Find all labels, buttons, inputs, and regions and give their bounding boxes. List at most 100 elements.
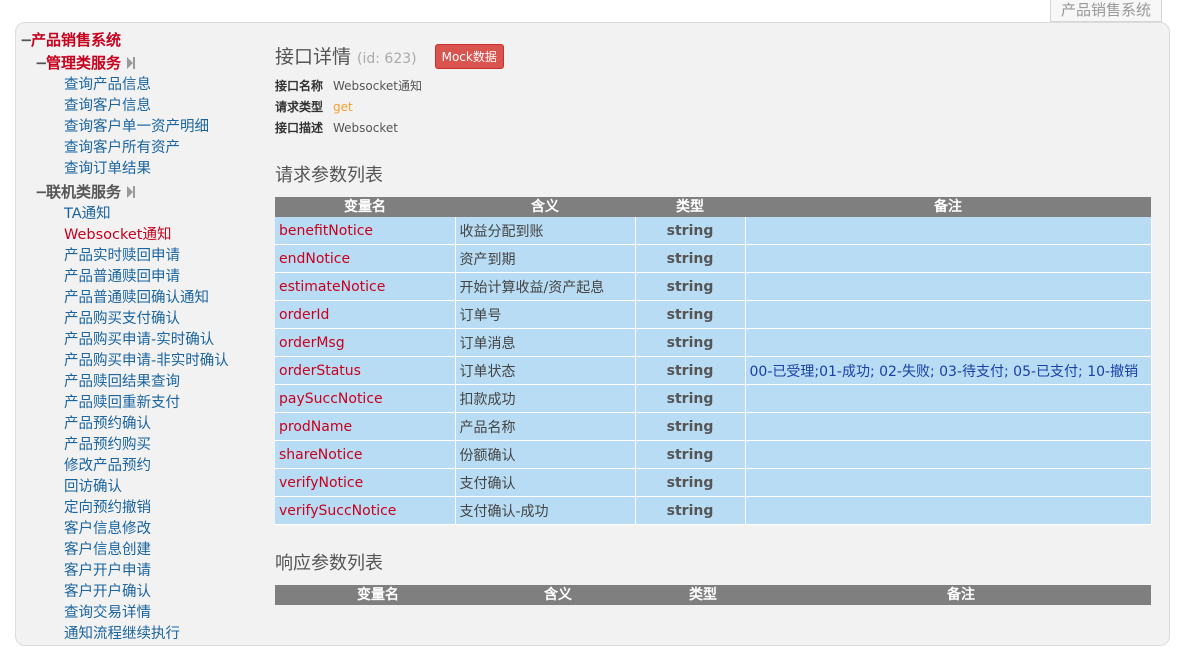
sidebar-item[interactable]: 客户开户确认 <box>64 582 151 603</box>
sidebar-item[interactable]: 客户信息修改 <box>64 519 151 540</box>
sidebar-item-active[interactable]: Websocket通知 <box>64 225 172 246</box>
param-remark-cell <box>745 272 1152 301</box>
param-name-cell: benefitNotice <box>275 217 456 245</box>
param-meaning-cell: 扣款成功 <box>455 384 636 413</box>
param-meaning-cell: 支付确认 <box>455 468 636 497</box>
meta-desc-row: 接口描述 Websocket <box>275 118 398 138</box>
param-type-cell: string <box>635 412 746 441</box>
sidebar-item[interactable]: 产品购买申请-非实时确认 <box>64 351 229 372</box>
param-meaning-cell: 产品名称 <box>455 412 636 441</box>
param-name-cell: endNotice <box>275 244 456 273</box>
param-type-cell: string <box>635 440 746 469</box>
meta-value: Websocket通知 <box>333 79 422 93</box>
play-arrow-icon[interactable] <box>127 56 136 69</box>
page-title: 接口详情 <box>275 46 352 68</box>
table-row: endNotice 资产到期 string <box>275 244 1152 273</box>
param-name-cell: paySuccNotice <box>275 384 456 413</box>
collapse-icon[interactable]: − <box>35 53 48 73</box>
meta-value: get <box>333 100 353 114</box>
collapse-icon[interactable]: − <box>35 182 48 202</box>
content-panel: −产品销售系统 −管理类服务 查询产品信息 查询客户信息 查询客户单一资产明细 … <box>15 22 1170 646</box>
table-row: shareNotice 份额确认 string <box>275 440 1152 469</box>
sidebar-item[interactable]: 定向预约撤销 <box>64 498 151 519</box>
sidebar-item[interactable]: 查询客户所有资产 <box>64 138 180 159</box>
sidebar-item[interactable]: 产品预约购买 <box>64 435 151 456</box>
param-meaning-cell: 订单消息 <box>455 328 636 357</box>
param-name-cell: verifySuccNotice <box>275 496 456 525</box>
param-name-cell: estimateNotice <box>275 272 456 301</box>
mock-data-button[interactable]: Mock数据 <box>434 44 504 69</box>
meta-method-row: 请求类型 get <box>275 97 353 117</box>
sidebar-item[interactable]: 产品购买申请-实时确认 <box>64 330 214 351</box>
param-meaning-cell: 开始计算收益/资产起息 <box>455 272 636 301</box>
sidebar-item[interactable]: 产品普通赎回申请 <box>64 267 180 288</box>
sidebar-item[interactable]: 查询产品信息 <box>64 75 151 96</box>
sidebar-item[interactable]: 回访确认 <box>64 477 122 498</box>
sidebar-item[interactable]: 查询客户单一资产明细 <box>64 117 209 138</box>
sidebar-item[interactable]: TA通知 <box>64 204 111 225</box>
meta-key: 接口名称 <box>275 79 324 93</box>
param-name-cell: shareNotice <box>275 440 456 469</box>
table-row: orderStatus 订单状态 string 00-已受理;01-成功; 02-失败… <box>275 356 1152 385</box>
param-meaning-cell: 收益分配到账 <box>455 217 636 245</box>
param-meaning-cell: 订单状态 <box>455 356 636 385</box>
sidebar-item[interactable]: 产品赎回重新支付 <box>64 393 180 414</box>
tree-group-label: 联机类服务 <box>46 183 122 201</box>
meta-key: 请求类型 <box>275 100 324 114</box>
tree-root-label: 产品销售系统 <box>31 31 122 49</box>
param-remark-cell: 00-已受理;01-成功; 02-失败; 03-待支付; 05-已支付; 10-… <box>745 356 1152 385</box>
param-name-cell: prodName <box>275 412 456 441</box>
param-name-cell: orderMsg <box>275 328 456 357</box>
table-row: benefitNotice 收益分配到账 string <box>275 217 1152 245</box>
meta-key: 接口描述 <box>275 121 324 135</box>
system-tab[interactable]: 产品销售系统 <box>1050 0 1162 22</box>
request-params-title: 请求参数列表 <box>275 165 383 186</box>
param-remark-cell <box>745 440 1152 469</box>
sidebar-item[interactable]: 产品购买支付确认 <box>64 309 180 330</box>
sidebar-item[interactable]: 产品实时赎回申请 <box>64 246 180 267</box>
param-meaning-cell: 订单号 <box>455 300 636 329</box>
param-remark-cell <box>745 328 1152 357</box>
tree-group-management[interactable]: −管理类服务 <box>35 53 136 73</box>
sidebar-item[interactable]: 产品普通赎回确认通知 <box>64 288 209 309</box>
play-arrow-icon[interactable] <box>127 185 136 198</box>
param-type-cell: string <box>635 468 746 497</box>
param-meaning-cell: 支付确认-成功 <box>455 496 636 525</box>
param-type-cell: string <box>635 384 746 413</box>
column-header: 变量名 <box>275 197 455 217</box>
table-header-row: 变量名 含义 类型 备注 <box>275 585 1151 605</box>
sidebar-item[interactable]: 修改产品预约 <box>64 456 151 477</box>
sidebar-item[interactable]: 查询订单结果 <box>64 159 151 180</box>
tree-root-node[interactable]: −产品销售系统 <box>20 30 121 50</box>
column-header: 变量名 <box>275 585 481 605</box>
tree-group-online[interactable]: −联机类服务 <box>35 182 136 202</box>
table-row: verifyNotice 支付确认 string <box>275 468 1152 497</box>
sidebar-item[interactable]: 客户信息创建 <box>64 540 151 561</box>
param-remark-cell <box>745 468 1152 497</box>
param-type-cell: string <box>635 244 746 273</box>
param-type-cell: string <box>635 356 746 385</box>
param-name-cell: orderId <box>275 300 456 329</box>
table-row: orderMsg 订单消息 string <box>275 328 1152 357</box>
interface-id: (id: 623) <box>357 51 417 67</box>
collapse-icon[interactable]: − <box>20 30 33 50</box>
param-type-cell: string <box>635 300 746 329</box>
param-type-cell: string <box>635 217 746 245</box>
sidebar-item[interactable]: 查询客户信息 <box>64 96 151 117</box>
table-header-row: 变量名 含义 类型 备注 <box>275 197 1151 217</box>
param-remark-cell <box>745 217 1152 245</box>
sidebar-item[interactable]: 通知流程继续执行 <box>64 624 180 645</box>
table-row: prodName 产品名称 string <box>275 412 1152 441</box>
sidebar-item[interactable]: 产品赎回结果查询 <box>64 372 180 393</box>
column-header: 备注 <box>771 585 1151 605</box>
table-row: estimateNotice 开始计算收益/资产起息 string <box>275 272 1152 301</box>
request-params-table: 变量名 含义 类型 备注 benefitNotice 收益分配到账 string en… <box>275 197 1152 525</box>
column-header: 类型 <box>635 585 771 605</box>
page-title-row: 接口详情 (id: 623) Mock数据 <box>275 42 504 69</box>
sidebar-item[interactable]: 客户开户申请 <box>64 561 151 582</box>
sidebar-item[interactable]: 查询交易详情 <box>64 603 151 624</box>
table-row: orderId 订单号 string <box>275 300 1152 329</box>
param-meaning-cell: 份额确认 <box>455 440 636 469</box>
meta-name-row: 接口名称 Websocket通知 <box>275 76 422 96</box>
sidebar-item[interactable]: 产品预约确认 <box>64 414 151 435</box>
